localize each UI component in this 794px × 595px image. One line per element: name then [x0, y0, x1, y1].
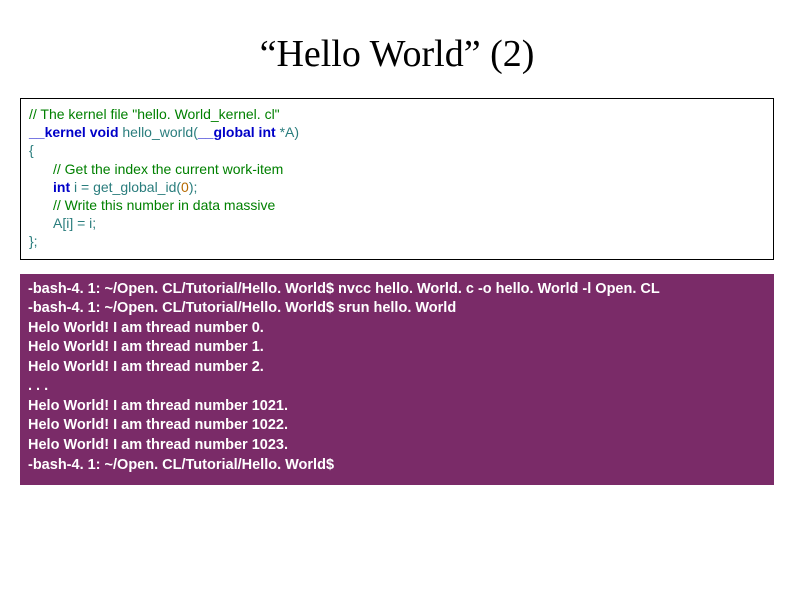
term-line: Helo World! I am thread number 2. — [28, 359, 264, 375]
term-line: -bash-4. 1: ~/Open. CL/Tutorial/Hello. W… — [28, 300, 456, 316]
code-comment: // The kernel file "hello. World_kernel.… — [29, 106, 280, 122]
code-kw-global: __global — [198, 124, 255, 140]
code-brace-close: }; — [29, 233, 38, 249]
code-call-end: ); — [189, 179, 198, 195]
code-kw-int-2: int — [53, 179, 74, 195]
code-comment-3: // Write this number in data massive — [53, 197, 275, 213]
code-kw-void: void — [86, 124, 123, 140]
terminal-output: -bash-4. 1: ~/Open. CL/Tutorial/Hello. W… — [20, 274, 774, 486]
term-line: Helo World! I am thread number 1. — [28, 339, 264, 355]
code-kw-kernel: __kernel — [29, 124, 86, 140]
term-line: Helo World! I am thread number 1022. — [28, 417, 288, 433]
code-fn-name: hello_world( — [122, 124, 197, 140]
term-line: -bash-4. 1: ~/Open. CL/Tutorial/Hello. W… — [28, 457, 334, 473]
term-line: Helo World! I am thread number 1023. — [28, 437, 288, 453]
term-line: Helo World! I am thread number 1021. — [28, 398, 288, 414]
term-line: -bash-4. 1: ~/Open. CL/Tutorial/Hello. W… — [28, 281, 660, 297]
code-assign: A[i] = i; — [53, 215, 96, 231]
slide-title: “Hello World” (2) — [0, 0, 794, 98]
code-number: 0 — [181, 179, 189, 195]
code-kw-int: int — [255, 124, 280, 140]
term-line: . . . — [28, 378, 48, 394]
code-call: i = get_global_id( — [74, 179, 181, 195]
code-block: // The kernel file "hello. World_kernel.… — [20, 98, 774, 260]
code-comment-2: // Get the index the current work-item — [53, 161, 283, 177]
term-line: Helo World! I am thread number 0. — [28, 320, 264, 336]
code-param: *A) — [280, 124, 299, 140]
code-brace-open: { — [29, 142, 34, 158]
